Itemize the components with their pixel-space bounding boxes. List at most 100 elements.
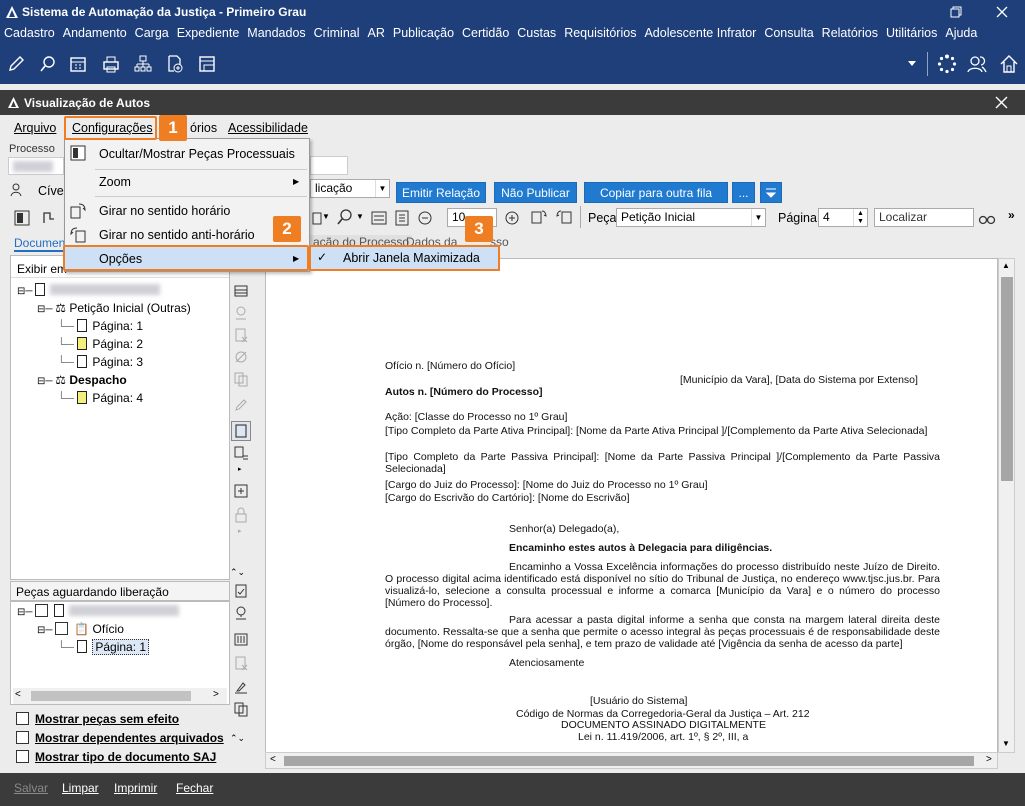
checkbox-sem-efeito[interactable]: Mostrar peças sem efeito [16, 712, 179, 726]
document-sign-icon[interactable] [233, 583, 249, 599]
zoom-out-icon[interactable] [416, 209, 434, 227]
menu-certidao[interactable]: Certidão [458, 24, 513, 44]
scroll-left-icon[interactable]: < [15, 689, 21, 700]
localizar-input[interactable]: Localizar [874, 208, 974, 227]
zoom-icon[interactable] [336, 208, 354, 226]
checkbox-box[interactable] [16, 750, 29, 763]
home-icon[interactable] [999, 54, 1019, 74]
page-view-toggle[interactable] [231, 421, 251, 441]
scroll-right-icon[interactable]: > [986, 754, 992, 765]
window-icon[interactable] [197, 54, 217, 74]
archive-icon[interactable] [233, 631, 249, 647]
copiar-outra-fila-button[interactable]: Copiar para outra fila [584, 182, 728, 203]
add-page-icon[interactable] [233, 483, 249, 499]
menu-utilitarios[interactable]: Utilitários [882, 24, 941, 44]
sign-icon[interactable] [233, 679, 249, 695]
menu-custas[interactable]: Custas [513, 24, 560, 44]
publicacao-combo[interactable]: licação ▼ [310, 179, 390, 198]
document-horizontal-scrollbar[interactable]: < > [265, 752, 998, 769]
menu-ajuda[interactable]: Ajuda [941, 24, 981, 44]
tree-root[interactable]: ⊟─ [17, 283, 161, 297]
collapse-expand-icon[interactable]: ⌃⌄ [230, 567, 245, 578]
search-document-icon[interactable] [38, 54, 58, 74]
tree-item-page4[interactable]: └─ Página: 4 [57, 391, 143, 405]
restore-button[interactable] [933, 0, 979, 24]
menu-andamento[interactable]: Andamento [59, 24, 131, 44]
menu-carga[interactable]: Carga [131, 24, 173, 44]
scroll-thumb[interactable] [1001, 277, 1013, 481]
tree2-item-page1[interactable]: └─ Página: 1 [57, 639, 150, 655]
horizontal-scrollbar[interactable]: < > [13, 688, 227, 704]
menu-ar[interactable]: AR [364, 24, 389, 44]
chevron-down-icon[interactable]: ▼ [356, 212, 364, 221]
edit-icon[interactable] [6, 54, 26, 74]
tree-item-page3[interactable]: └─ Página: 3 [57, 355, 143, 369]
processo-field[interactable] [8, 157, 64, 175]
more-options-button[interactable]: ... [732, 182, 755, 203]
checkbox-box[interactable] [16, 731, 29, 744]
checkbox-box[interactable] [16, 712, 29, 725]
scroll-thumb[interactable] [31, 691, 191, 701]
pagina-spinner[interactable]: 4 ▲ ▼ [818, 208, 868, 227]
peca-combo[interactable]: Petição Inicial ▼ [616, 208, 766, 227]
scroll-down-icon[interactable]: ▼ [1002, 739, 1010, 748]
scroll-right-icon[interactable]: > [213, 689, 219, 700]
layers-icon[interactable] [233, 283, 249, 299]
tree-item-peticao[interactable]: ⊟─ ⚖ Petição Inicial (Outras) [37, 301, 191, 315]
scroll-thumb[interactable] [284, 756, 974, 766]
document-add-icon[interactable] [165, 54, 185, 74]
users-icon[interactable] [967, 54, 987, 74]
fechar-button[interactable]: Fechar [176, 781, 213, 795]
fit-page-icon[interactable] [393, 209, 411, 227]
zoom-in-icon[interactable] [503, 209, 521, 227]
inner-menu-arquivo[interactable]: Arquivo [14, 121, 56, 135]
document-vertical-scrollbar[interactable]: ▲ ▼ [998, 258, 1015, 753]
tree-item-despacho[interactable]: ⊟─ ⚖ Despacho [37, 373, 127, 387]
inner-menu-relatorios[interactable]: órios [190, 121, 217, 135]
nao-publicar-button[interactable]: Não Publicar [494, 182, 577, 203]
tree-item-page2[interactable]: └─ Página: 2 [57, 337, 143, 351]
checkbox[interactable] [35, 604, 49, 617]
rotate-clockwise-icon[interactable] [530, 208, 548, 226]
close-icon[interactable] [995, 96, 1008, 109]
tab-documentos[interactable]: Documen [14, 236, 66, 252]
rotate-counterclockwise-icon[interactable] [555, 208, 573, 226]
menu-item-ocultar[interactable]: Ocultar/Mostrar Peças Processuais [65, 141, 309, 167]
processo-extra-field[interactable] [310, 156, 348, 175]
menu-cadastro[interactable]: Cadastro [0, 24, 59, 44]
inner-menu-acessibilidade[interactable]: Acessibilidade [228, 121, 308, 135]
pane-toggle-icon[interactable] [13, 209, 31, 227]
salvar-button[interactable]: Salvar [14, 781, 48, 795]
stamp-icon[interactable] [233, 605, 249, 621]
chevron-down-icon[interactable]: ▸ [238, 465, 242, 473]
fit-width-icon[interactable] [370, 209, 388, 227]
page-list-icon[interactable] [233, 445, 249, 461]
close-window-button[interactable] [979, 0, 1025, 24]
tree2-item-oficio[interactable]: ⊟─ 📋 Ofício [37, 622, 124, 636]
tree2-root[interactable]: ⊟─ [17, 604, 180, 618]
menu-consulta[interactable]: Consulta [760, 24, 817, 44]
checkbox[interactable] [55, 622, 69, 635]
menu-expediente[interactable]: Expediente [173, 24, 244, 44]
menu-item-zoom[interactable]: Zoom ▶ [65, 170, 309, 194]
scroll-left-icon[interactable]: < [270, 754, 276, 765]
imprimir-button[interactable]: Imprimir [114, 781, 157, 795]
rotate-icon[interactable] [40, 209, 58, 227]
menu-requisitorios[interactable]: Requisitórios [560, 24, 640, 44]
overflow-chevron-icon[interactable]: » [1008, 208, 1015, 222]
menu-relatorios[interactable]: Relatórios [818, 24, 882, 44]
copy-icon[interactable] [233, 701, 249, 717]
checkbox-tipo[interactable]: Mostrar tipo de documento SAJ [16, 750, 216, 764]
tree-item-page1[interactable]: └─ Página: 1 [57, 319, 143, 333]
menu-mandados[interactable]: Mandados [243, 24, 309, 44]
chevron-down-icon[interactable] [907, 58, 917, 68]
binoculars-icon[interactable] [978, 209, 996, 227]
menu-publicacao[interactable]: Publicação [389, 24, 458, 44]
chevron-down-icon[interactable]: ▼ [322, 212, 330, 221]
checkbox-dependentes[interactable]: Mostrar dependentes arquivados [16, 731, 224, 745]
menu-adolescente-infrator[interactable]: Adolescente Infrator [640, 24, 760, 44]
calendar-icon[interactable] [68, 54, 88, 74]
filter-button[interactable] [760, 182, 782, 203]
print-icon[interactable] [101, 54, 121, 74]
collapse-expand-icon[interactable]: ⌃⌄ [230, 733, 245, 744]
